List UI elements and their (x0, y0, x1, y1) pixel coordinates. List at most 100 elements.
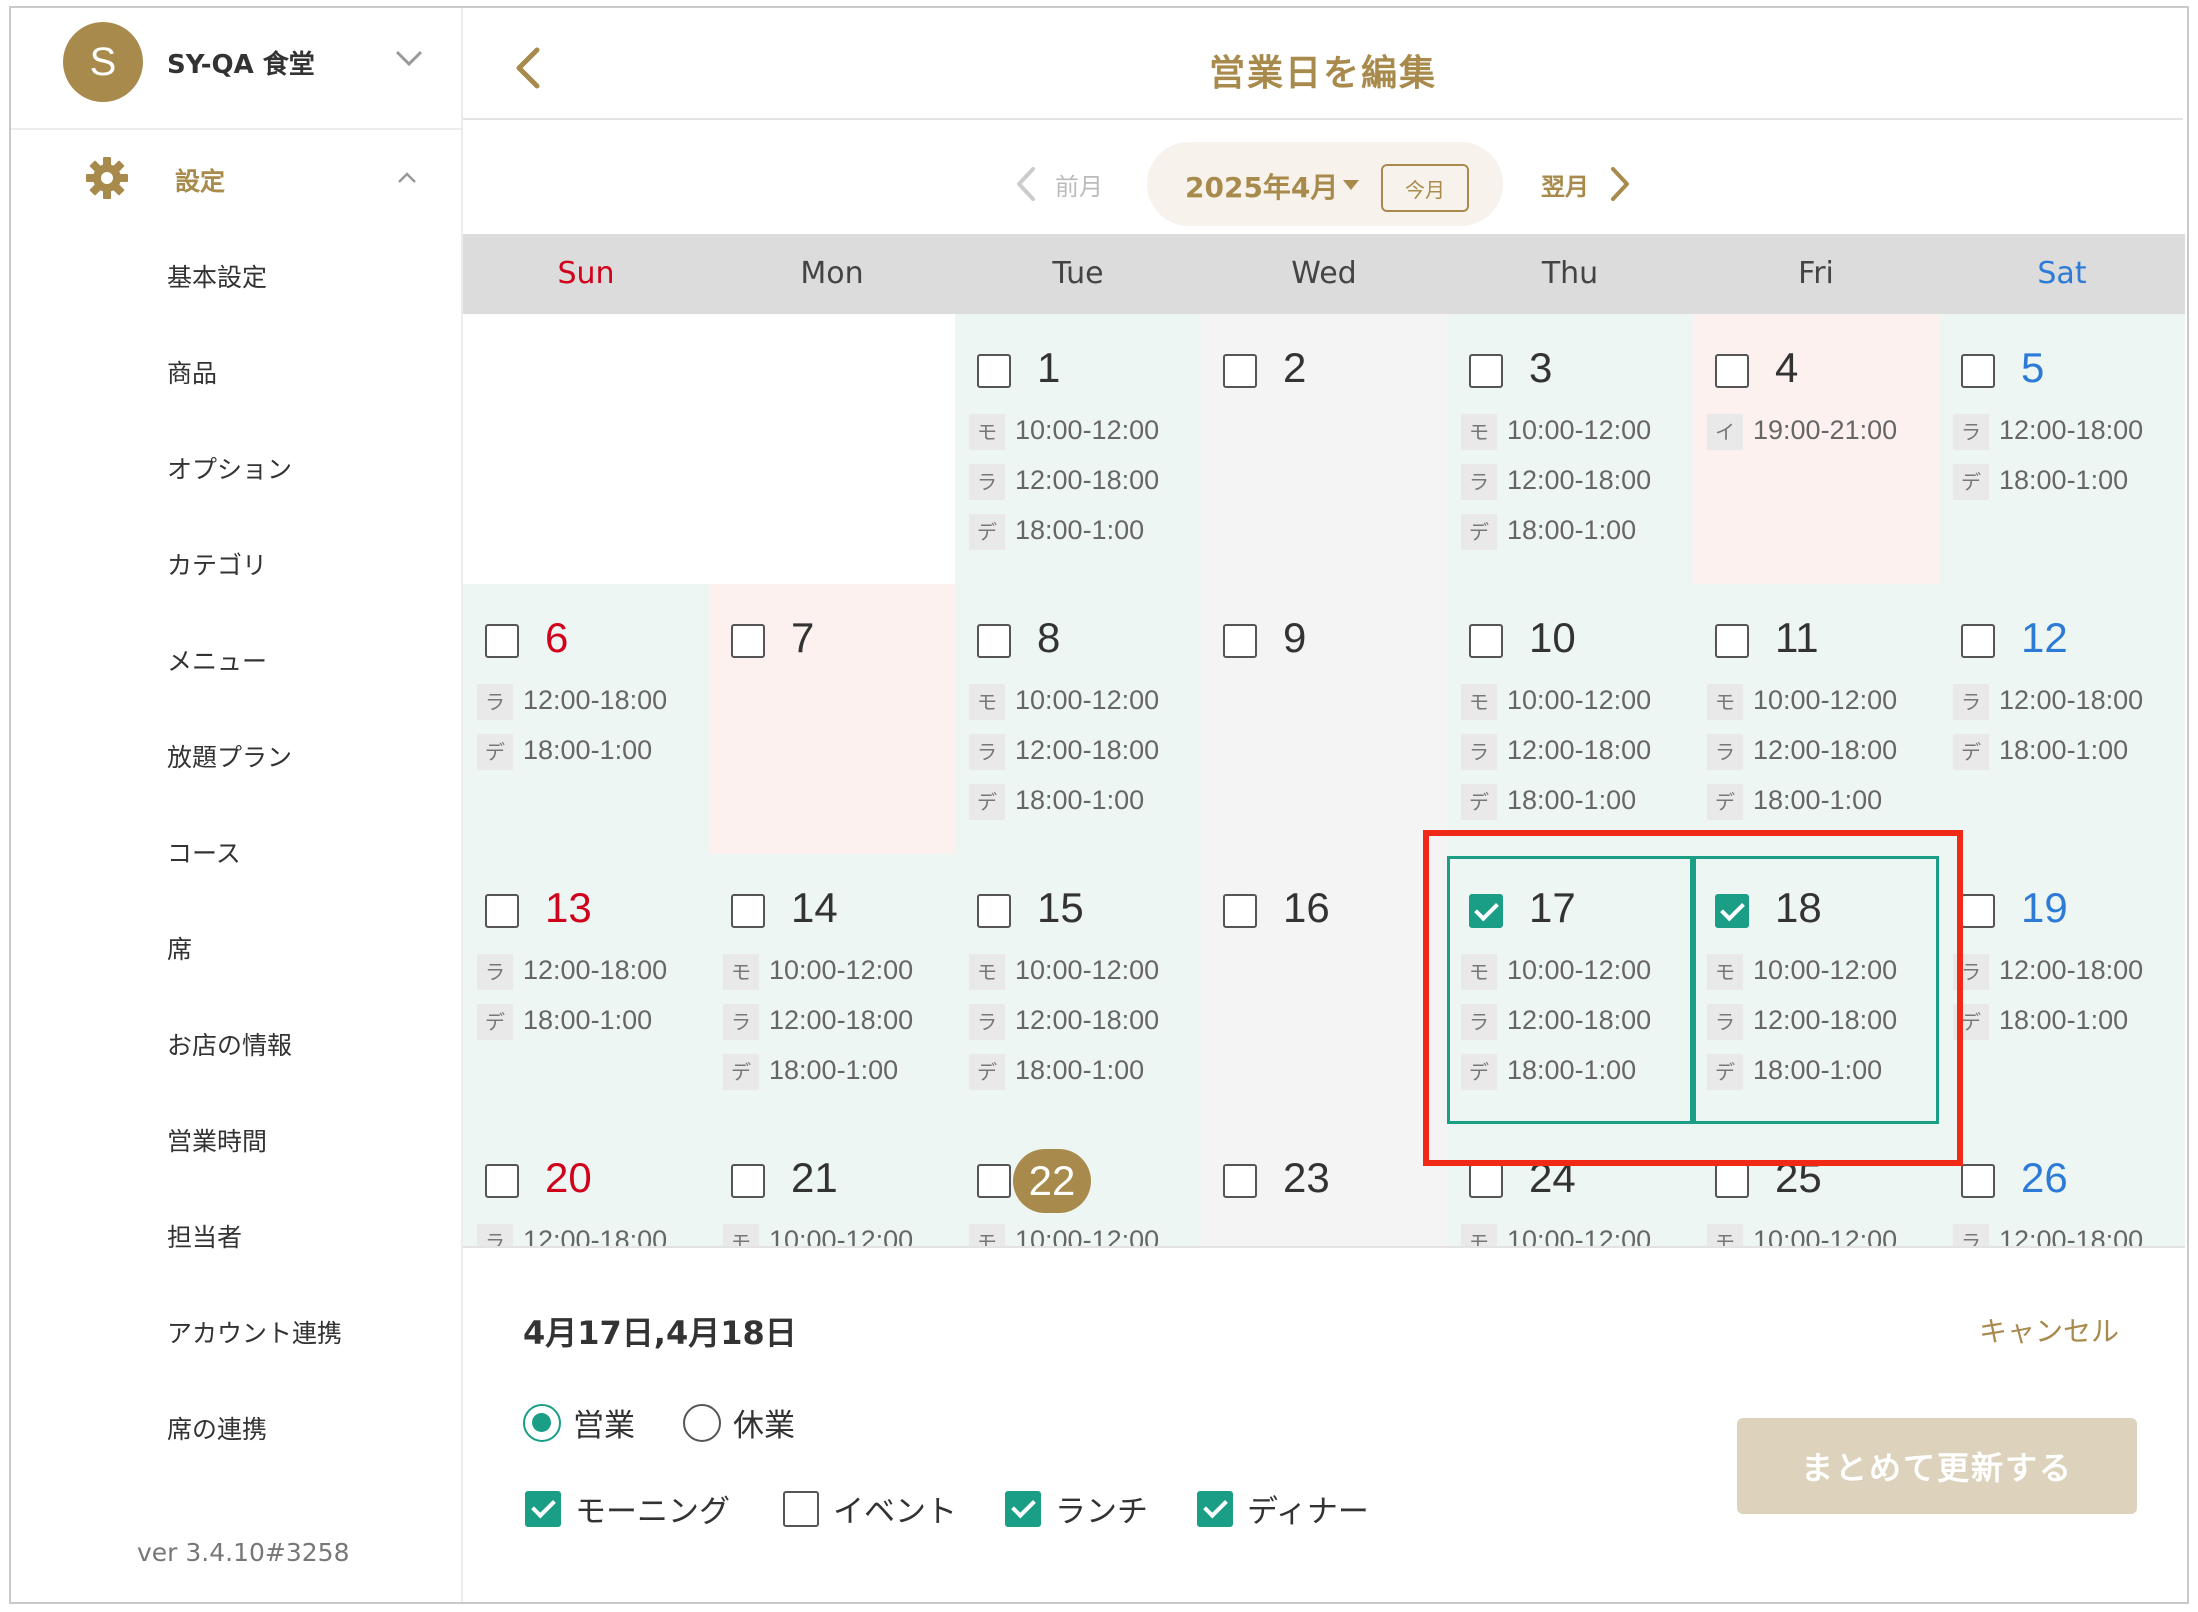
sidebar-item[interactable]: アカウント連携 (167, 1314, 342, 1350)
meal-checkbox[interactable] (783, 1490, 819, 1527)
bulk-update-button[interactable]: まとめて更新する (1737, 1418, 2137, 1514)
slot-time: 18:00-1:00 (769, 1055, 899, 1086)
calendar-day-cell[interactable]: 3 モ 10:00-12:00 ラ 12:00-18:00 デ 18:00-1:00 (1447, 314, 1693, 584)
next-month-button[interactable]: 翌月 (1541, 158, 1635, 210)
calendar-day-cell[interactable]: 1 モ 10:00-12:00 ラ 12:00-18:00 デ 18:00-1:00 (955, 314, 1201, 584)
meal-option-2[interactable]: ランチ (1005, 1486, 1148, 1531)
day-checkbox[interactable] (977, 1164, 1011, 1198)
cancel-button[interactable]: キャンセル (1979, 1310, 2119, 1350)
calendar-day-cell[interactable]: 12 ラ 12:00-18:00 デ 18:00-1:00 (1939, 584, 2185, 854)
weekday-label: Sun (557, 256, 615, 291)
calendar-day-cell[interactable]: 21 モ 10:00-12:00 (709, 1124, 955, 1246)
status-radio-0[interactable]: 営業 (523, 1400, 635, 1445)
sidebar-item[interactable]: コース (167, 834, 241, 870)
time-slot: モ 10:00-12:00 (969, 954, 1159, 994)
calendar-day-cell[interactable]: 2 (1201, 314, 1447, 584)
day-checkbox[interactable] (1961, 894, 1995, 928)
avatar: S (63, 22, 143, 102)
sidebar-item[interactable]: お店の情報 (167, 1026, 292, 1062)
sidebar-item[interactable]: オプション (167, 450, 292, 486)
day-checkbox[interactable] (1469, 624, 1503, 658)
meal-option-3[interactable]: ディナー (1197, 1486, 1369, 1531)
meal-option-1[interactable]: イベント (783, 1486, 957, 1531)
day-checkbox[interactable] (1961, 624, 1995, 658)
today-button[interactable]: 今月 (1381, 164, 1469, 212)
day-checkbox[interactable] (1223, 354, 1257, 388)
calendar-day-cell[interactable] (463, 314, 709, 584)
slot-time: 10:00-12:00 (1015, 1225, 1160, 1248)
sidebar-item[interactable]: メニュー (167, 642, 267, 678)
calendar-day-cell[interactable]: 8 モ 10:00-12:00 ラ 12:00-18:00 デ 18:00-1:00 (955, 584, 1201, 854)
meal-option-0[interactable]: モーニング (525, 1486, 730, 1531)
calendar-day-cell[interactable]: 5 ラ 12:00-18:00 デ 18:00-1:00 (1939, 314, 2185, 584)
radio-button[interactable] (523, 1403, 561, 1442)
caret-down-icon[interactable] (1343, 180, 1359, 190)
meal-checkbox[interactable] (1005, 1490, 1041, 1527)
day-checkbox[interactable] (977, 624, 1011, 658)
day-checkbox[interactable] (1223, 1164, 1257, 1198)
day-checkbox[interactable] (1961, 1164, 1995, 1198)
radio-button[interactable] (683, 1403, 721, 1442)
sidebar-item[interactable]: カテゴリ (167, 546, 267, 582)
day-checkbox[interactable] (485, 894, 519, 928)
sidebar-item[interactable]: 放題プラン (167, 738, 292, 774)
calendar-day-cell[interactable]: 26 ラ 12:00-18:00 (1939, 1124, 2185, 1246)
day-checkbox[interactable] (1469, 354, 1503, 388)
time-slot: モ 10:00-12:00 (1707, 1224, 1897, 1246)
calendar-day-cell[interactable]: 14 モ 10:00-12:00 ラ 12:00-18:00 デ 18:00-1:00 (709, 854, 955, 1124)
calendar-day-cell[interactable]: 9 (1201, 584, 1447, 854)
calendar-day-cell[interactable]: 16 (1201, 854, 1447, 1124)
calendar-day-cell[interactable] (709, 314, 955, 584)
calendar-day-cell[interactable]: 20 ラ 12:00-18:00 (463, 1124, 709, 1246)
slot-type-badge: デ (1461, 514, 1497, 550)
day-checkbox[interactable] (1961, 354, 1995, 388)
calendar-day-cell[interactable]: 13 ラ 12:00-18:00 デ 18:00-1:00 (463, 854, 709, 1124)
bulk-edit-panel: 4月17日,4月18日 キャンセル 営業 休業 モーニング イベント ランチ ディナー … (463, 1248, 2185, 1602)
day-checkbox[interactable] (1223, 894, 1257, 928)
day-checkbox[interactable] (485, 1164, 519, 1198)
day-number: 19 (2021, 884, 2068, 931)
day-checkbox[interactable] (1469, 1164, 1503, 1198)
calendar-day-cell[interactable]: 19 ラ 12:00-18:00 デ 18:00-1:00 (1939, 854, 2185, 1124)
day-checkbox[interactable] (731, 894, 765, 928)
day-checkbox[interactable] (731, 624, 765, 658)
day-checkbox[interactable] (1715, 354, 1749, 388)
sidebar-item[interactable]: 席の連携 (167, 1410, 267, 1446)
store-switcher[interactable]: S SY-QA 食堂 (11, 8, 461, 130)
calendar-day-cell[interactable]: 11 モ 10:00-12:00 ラ 12:00-18:00 デ 18:00-1:00 (1693, 584, 1939, 854)
day-checkbox[interactable] (485, 624, 519, 658)
calendar-day-cell[interactable]: 23 (1201, 1124, 1447, 1246)
chevron-down-icon[interactable] (389, 38, 429, 78)
time-slot: ラ 12:00-18:00 (1707, 734, 1897, 774)
slot-type-badge: ラ (1953, 414, 1989, 450)
prev-month-button[interactable]: 前月 (1011, 158, 1103, 210)
calendar-grid: Sun Mon Tue Wed Thu Fri Sat 1 モ 10:00-12:00 ラ 12:0… (463, 234, 2185, 1248)
day-checkbox[interactable] (1715, 624, 1749, 658)
slot-type-badge: デ (723, 1054, 759, 1090)
sidebar-section-settings[interactable]: 設定 (11, 130, 461, 228)
status-radio-1[interactable]: 休業 (683, 1400, 795, 1445)
sidebar-item[interactable]: 商品 (167, 354, 217, 390)
slot-time: 12:00-18:00 (523, 955, 668, 986)
calendar-day-cell[interactable]: 6 ラ 12:00-18:00 デ 18:00-1:00 (463, 584, 709, 854)
calendar-day-cell[interactable]: 7 (709, 584, 955, 854)
chevron-up-icon[interactable] (391, 162, 423, 194)
sidebar-item[interactable]: 担当者 (167, 1218, 242, 1254)
calendar-day-cell[interactable]: 22 モ 10:00-12:00 (955, 1124, 1201, 1248)
calendar-day-cell[interactable]: 15 モ 10:00-12:00 ラ 12:00-18:00 デ 18:00-1:00 (955, 854, 1201, 1124)
day-checkbox[interactable] (1223, 624, 1257, 658)
current-month-dropdown[interactable]: 2025年4月 (1185, 166, 1338, 206)
day-checkbox[interactable] (1715, 1164, 1749, 1198)
main-content: 営業日を編集 前月 2025年4月 今月 翌月 Sun Mon Tue Wed Thu F… (463, 8, 2187, 1602)
sidebar-item[interactable]: 営業時間 (167, 1122, 267, 1158)
meal-checkbox[interactable] (525, 1490, 561, 1527)
day-checkbox[interactable] (977, 354, 1011, 388)
calendar-day-cell[interactable]: 4 イ 19:00-21:00 (1693, 314, 1939, 584)
meal-checkbox[interactable] (1197, 1490, 1233, 1527)
sidebar-item[interactable]: 基本設定 (167, 258, 267, 294)
sidebar-item[interactable]: 席 (167, 930, 192, 966)
day-checkbox[interactable] (731, 1164, 765, 1198)
calendar-day-cell[interactable]: 10 モ 10:00-12:00 ラ 12:00-18:00 デ 18:00-1:00 (1447, 584, 1693, 854)
day-checkbox[interactable] (977, 894, 1011, 928)
time-slot: モ 10:00-12:00 (1461, 414, 1651, 454)
